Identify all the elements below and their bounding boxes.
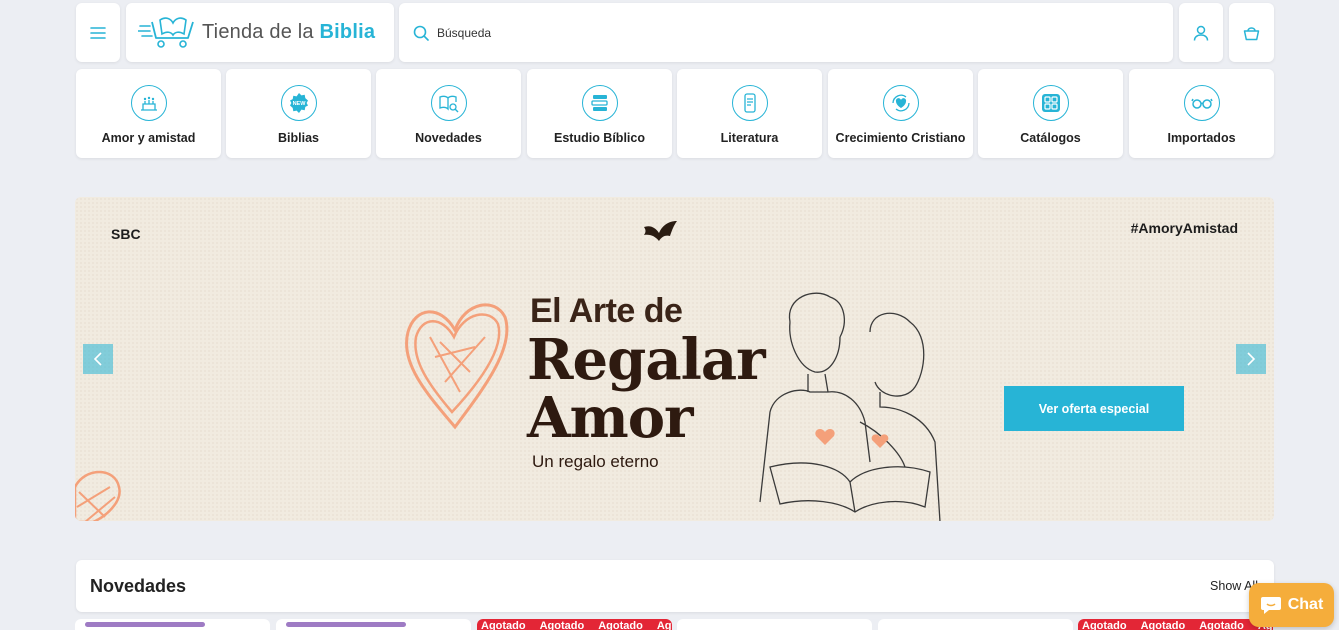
category-label: Literatura — [720, 131, 779, 145]
account-button[interactable] — [1179, 3, 1223, 62]
search-icon — [413, 25, 429, 41]
category-importados[interactable]: Importados — [1129, 69, 1274, 158]
banner-brand: SBC — [111, 226, 141, 242]
category-label: Estudio Bíblico — [554, 131, 645, 145]
product-card[interactable] — [75, 619, 270, 630]
category-estudio-biblico[interactable]: Estudio Bíblico — [527, 69, 672, 158]
glasses-icon — [1183, 85, 1220, 121]
product-card[interactable] — [878, 619, 1073, 630]
product-card[interactable] — [677, 619, 872, 630]
section-title: Novedades — [90, 575, 187, 596]
basket-icon — [1243, 26, 1260, 40]
product-image — [286, 622, 406, 627]
banner-subtitle: Un regalo eterno — [532, 452, 659, 471]
category-crecimiento-cristiano[interactable]: Crecimiento Cristiano — [828, 69, 973, 158]
banner-heading-line1: El Arte de — [530, 292, 683, 330]
grid-icon — [1032, 85, 1069, 121]
heart-cycle-icon — [882, 85, 919, 121]
book-search-icon — [430, 85, 467, 121]
category-literatura[interactable]: Literatura — [677, 69, 822, 158]
site-logo[interactable]: Tienda de la Biblia — [126, 3, 394, 62]
new-badge-icon: NEW — [280, 85, 317, 121]
search-bar[interactable] — [399, 3, 1173, 62]
couple-reading-illustration — [759, 292, 941, 521]
corner-heart-illustration — [75, 470, 121, 521]
banner-next-button[interactable] — [1236, 344, 1266, 374]
scribbled-heart-illustration — [405, 303, 509, 430]
sold-out-badge: AgotadoAgotadoAgotadoAgotado — [1078, 619, 1273, 630]
svg-text:NEW: NEW — [292, 101, 306, 107]
product-image — [85, 622, 205, 627]
category-label: Biblias — [278, 131, 319, 145]
category-catalogos[interactable]: Catálogos — [978, 69, 1123, 158]
user-icon — [1193, 25, 1209, 41]
category-label: Importados — [1167, 131, 1236, 145]
chat-bubble-icon — [1260, 597, 1281, 614]
category-nav: Amor y amistad NEW Biblias Novedades Est… — [76, 69, 1274, 158]
novedades-section-header: Novedades Show All — [76, 560, 1274, 612]
celebration-icon — [130, 85, 167, 121]
category-novedades[interactable]: Novedades — [376, 69, 521, 158]
category-label: Amor y amistad — [101, 131, 196, 145]
phone-reader-icon — [731, 85, 768, 121]
category-biblias[interactable]: NEW Biblias — [226, 69, 371, 158]
logo-text: Tienda de la Biblia — [202, 21, 376, 43]
books-stack-icon — [581, 85, 618, 121]
category-label: Crecimiento Cristiano — [835, 131, 966, 145]
menu-button[interactable] — [76, 3, 120, 62]
book-dove-logo-icon — [644, 221, 677, 241]
chat-button[interactable]: Chat — [1249, 583, 1334, 627]
search-input[interactable] — [437, 25, 1037, 40]
category-label: Novedades — [415, 131, 482, 145]
chevron-left-icon — [93, 352, 102, 366]
banner-heading-line3: Amor — [527, 385, 694, 451]
banner-hashtag: #AmoryAmistad — [1130, 220, 1238, 236]
bible-cart-logo-icon — [138, 16, 194, 48]
cart-button[interactable] — [1229, 3, 1274, 62]
product-card[interactable]: AgotadoAgotadoAgotadoAgotado — [477, 619, 672, 630]
sold-out-badge: AgotadoAgotadoAgotadoAgotado — [477, 619, 672, 630]
product-card[interactable] — [276, 619, 471, 630]
chevron-right-icon — [1247, 352, 1256, 366]
category-label: Catálogos — [1020, 131, 1081, 145]
banner-prev-button[interactable] — [83, 344, 113, 374]
category-amor-y-amistad[interactable]: Amor y amistad — [76, 69, 221, 158]
hero-banner[interactable]: SBC #AmoryAmistad El Arte de Regalar Amo… — [75, 197, 1274, 521]
banner-cta-button[interactable]: Ver oferta especial — [1004, 386, 1184, 431]
product-card[interactable]: AgotadoAgotadoAgotadoAgotado — [1078, 619, 1273, 630]
chat-label: Chat — [1287, 596, 1324, 613]
hamburger-icon — [90, 26, 106, 39]
